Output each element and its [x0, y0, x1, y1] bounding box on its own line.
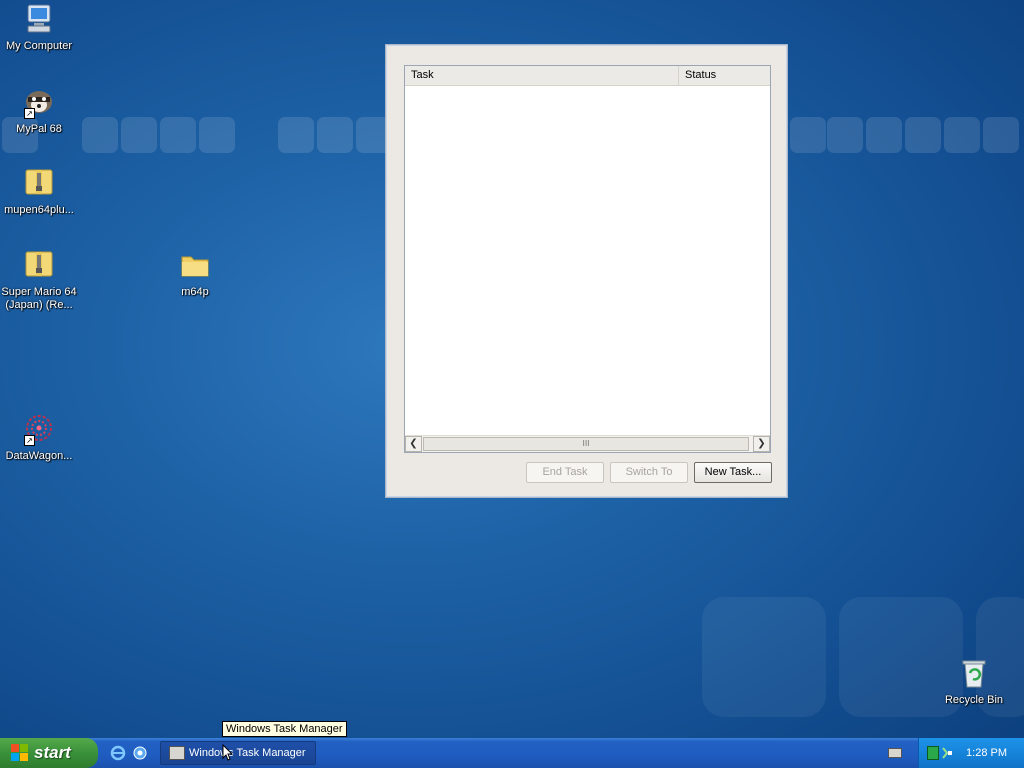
keyboard-icon[interactable] [888, 748, 902, 758]
computer-icon [22, 2, 56, 36]
new-task-button[interactable]: New Task... [694, 462, 772, 483]
taskbar-button-task-manager[interactable]: Windows Task Manager [160, 741, 316, 765]
start-button[interactable]: start [0, 738, 98, 768]
task-manager-window: Task Status ❮ III ❯ End Task Switch To N… [385, 44, 788, 498]
task-list[interactable]: Task Status ❮ III ❯ [404, 65, 771, 453]
internet-explorer-icon[interactable] [110, 745, 126, 761]
network-status-icon[interactable] [927, 746, 939, 760]
start-label: start [34, 743, 71, 762]
show-desktop-icon[interactable] [132, 745, 148, 761]
folder-icon [178, 248, 212, 282]
task-manager-icon [169, 746, 185, 760]
horizontal-scrollbar[interactable]: ❮ III ❯ [405, 435, 770, 452]
task-list-header: Task Status [405, 66, 770, 86]
zip-folder-icon [22, 166, 56, 200]
system-tray: 1:28 PM [918, 738, 1024, 768]
shortcut-arrow-icon: ↗ [24, 435, 35, 446]
desktop-icon-mupen64plus[interactable]: mupen64plu... [0, 166, 78, 217]
mouse-cursor [222, 743, 234, 765]
taskbar: start Windows Task Manager 1:28 PM [0, 738, 1024, 768]
desktop-icon-my-computer[interactable]: My Computer [0, 2, 78, 53]
column-header-task[interactable]: Task [405, 66, 679, 85]
icon-label: DataWagon... [5, 450, 73, 462]
scroll-thumb-grip: III [582, 439, 590, 448]
datawagon-icon: ↗ [22, 412, 56, 446]
chevron-right-icon: ❯ [757, 438, 766, 449]
desktop-icon-recycle-bin[interactable]: Recycle Bin [935, 656, 1013, 707]
desktop-icon-super-mario-64[interactable]: Super Mario 64 (Japan) (Re... [0, 248, 78, 312]
raccoon-icon: ↗ [22, 85, 56, 119]
zip-folder-icon [22, 248, 56, 282]
icon-label: Super Mario 64 (Japan) (Re... [1, 286, 77, 311]
switch-to-button[interactable]: Switch To [610, 462, 688, 483]
icon-label: Recycle Bin [944, 694, 1004, 706]
scrollbar-thumb[interactable]: III [423, 437, 749, 451]
scroll-right-button[interactable]: ❯ [753, 436, 770, 452]
column-header-status[interactable]: Status [679, 66, 771, 85]
icon-label: m64p [181, 286, 209, 298]
desktop-icon-datawagon[interactable]: ↗ DataWagon... [0, 412, 78, 463]
taskbar-button-label: Windows Task Manager [189, 747, 306, 759]
scroll-left-button[interactable]: ❮ [405, 436, 422, 452]
safely-remove-hardware-icon[interactable] [941, 746, 953, 760]
taskbar-tooltip: Windows Task Manager [222, 721, 347, 737]
icon-label: My Computer [5, 40, 73, 52]
icon-label: MyPal 68 [16, 123, 62, 135]
windows-logo-icon [11, 744, 29, 762]
desktop-icon-mypal[interactable]: ↗ MyPal 68 [0, 85, 78, 136]
chevron-left-icon: ❮ [409, 438, 418, 449]
end-task-button[interactable]: End Task [526, 462, 604, 483]
shortcut-arrow-icon: ↗ [24, 108, 35, 119]
desktop-icon-m64p[interactable]: m64p [156, 248, 234, 299]
taskbar-clock[interactable]: 1:28 PM [966, 738, 1007, 768]
icon-label: mupen64plu... [4, 204, 74, 216]
recycle-bin-icon [957, 656, 991, 690]
